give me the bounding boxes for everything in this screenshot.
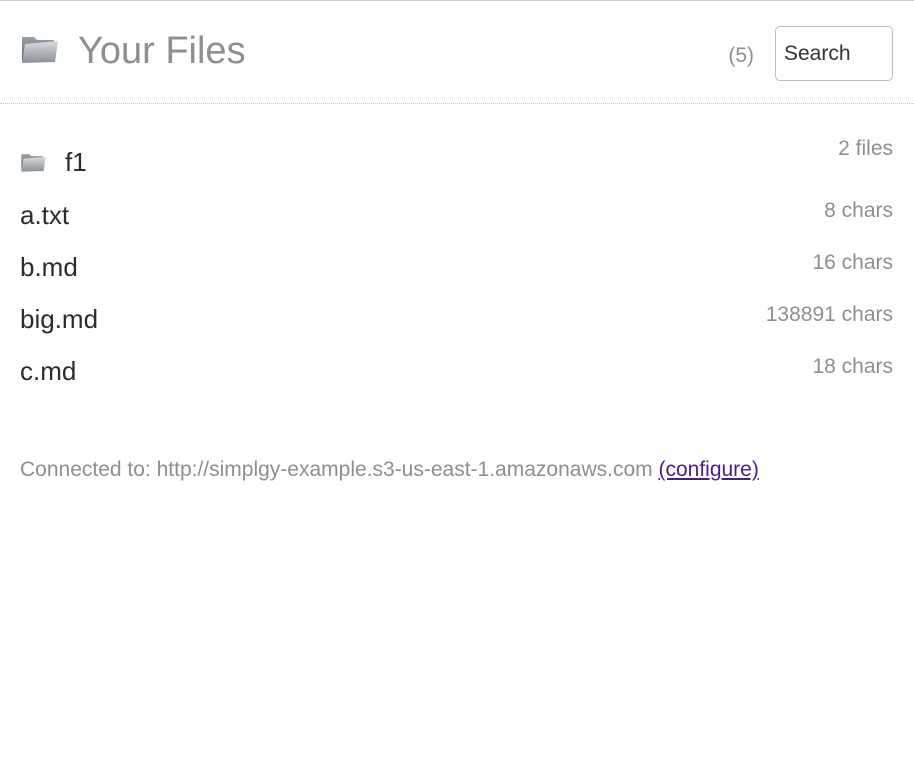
- list-item-file[interactable]: c.md 18 chars: [0, 350, 914, 402]
- file-name: f1: [65, 147, 87, 177]
- list-item-file[interactable]: big.md 138891 chars: [0, 298, 914, 350]
- search-input[interactable]: [775, 26, 893, 81]
- file-name: big.md: [20, 304, 99, 334]
- folder-icon: [21, 154, 46, 172]
- file-size: 16 chars: [812, 251, 893, 274]
- file-name: a.txt: [20, 200, 70, 230]
- file-size: 138891 chars: [765, 303, 893, 326]
- list-item-file[interactable]: b.md 16 chars: [0, 246, 914, 298]
- list-item-file[interactable]: a.txt 8 chars: [0, 194, 914, 246]
- configure-link[interactable]: (configure): [658, 458, 758, 481]
- file-count: (5): [728, 44, 754, 67]
- file-list: f1 2 files a.txt 8 chars b.md 16 chars b…: [0, 132, 914, 402]
- file-size: 8 chars: [824, 199, 893, 222]
- file-name: b.md: [20, 252, 78, 282]
- header: Your Files (5): [0, 1, 914, 104]
- connected-label: Connected to: http://simplgy-example.s3-…: [20, 458, 653, 481]
- file-size: 2 files: [838, 137, 893, 160]
- folder-icon: [22, 37, 58, 63]
- list-item-folder-f1[interactable]: f1 2 files: [0, 132, 914, 194]
- page: Your Files (5) f1 2 f: [0, 0, 914, 758]
- file-name: c.md: [20, 356, 77, 386]
- file-size: 18 chars: [812, 355, 893, 378]
- page-title: Your Files: [78, 30, 246, 72]
- connection-status: Connected to: http://simplgy-example.s3-…: [20, 456, 759, 484]
